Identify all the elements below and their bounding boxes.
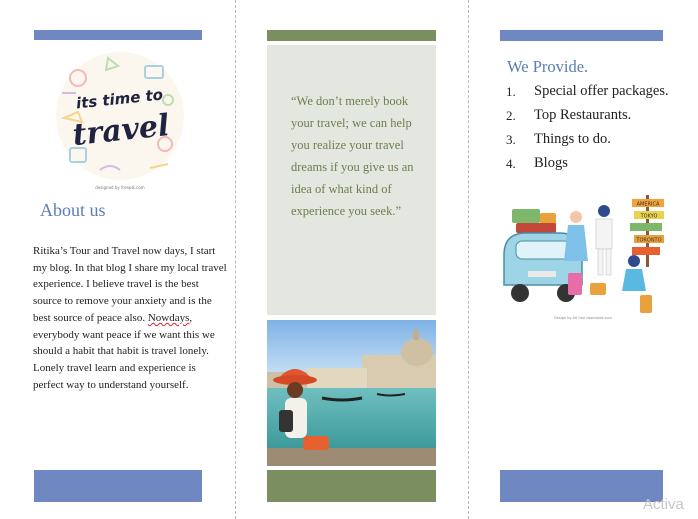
top-bar-right xyxy=(500,30,663,41)
quote-text: “We don’t merely book your travel; we ca… xyxy=(291,94,414,218)
list-item: 3. Things to do. xyxy=(506,130,676,149)
about-body-part1: Ritika’s Tour and Travel now days, I sta… xyxy=(33,245,227,324)
list-item-label: Things to do. xyxy=(534,131,611,147)
list-item: 4. Blogs xyxy=(506,154,676,173)
list-number: 2. xyxy=(506,108,516,123)
list-item-label: Blogs xyxy=(534,155,568,171)
services-list: 1. Special offer packages. 2. Top Restaura… xyxy=(506,82,676,178)
list-item-label: Special offer packages. xyxy=(534,83,669,99)
top-bar-left xyxy=(34,30,202,40)
top-bar-middle xyxy=(267,30,436,41)
logo-credit-text: designed by freepik.com xyxy=(95,185,144,190)
list-number: 4. xyxy=(506,156,516,171)
bottom-bar-middle xyxy=(267,470,436,502)
list-item: 2. Top Restaurants. xyxy=(506,106,676,125)
list-item-label: Top Restaurants. xyxy=(534,107,632,123)
travel-logo: its time to travel designed by freepik.c… xyxy=(56,52,184,190)
sign-label: TOKYO xyxy=(640,214,658,220)
bottom-bar-left xyxy=(34,470,202,502)
about-us-heading: About us xyxy=(40,200,106,220)
we-provide-heading: We Provide. xyxy=(507,57,589,76)
about-us-paragraph: Ritika’s Tour and Travel now days, I sta… xyxy=(33,243,229,393)
activation-watermark: Activa xyxy=(643,496,684,513)
misspelled-word[interactable]: Nowdays xyxy=(148,312,190,324)
illustration-credit: Design by Alf free download.com xyxy=(554,316,612,320)
venice-photo xyxy=(267,320,436,466)
fold-line-right xyxy=(468,0,469,519)
list-number: 1. xyxy=(506,84,516,99)
list-item: 1. Special offer packages. xyxy=(506,82,676,101)
sign-label: AMERICA xyxy=(637,202,660,208)
sign-label: TORONTO xyxy=(635,238,661,244)
list-number: 3. xyxy=(506,132,516,147)
fold-line-left xyxy=(235,0,236,519)
bottom-bar-right xyxy=(500,470,663,502)
travel-illustration: AMERICA TOKYO TORONTO Design by Alf free… xyxy=(503,195,664,320)
